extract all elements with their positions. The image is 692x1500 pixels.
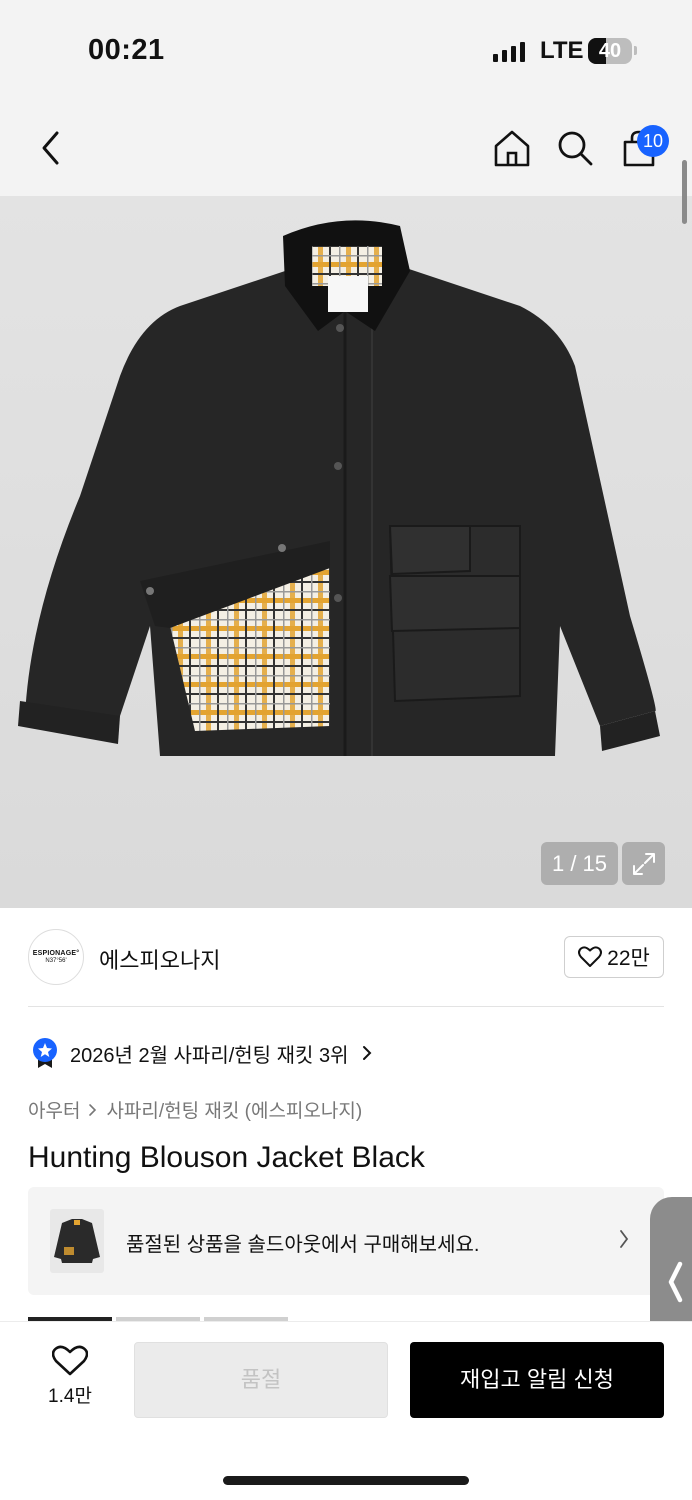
ranking-text: 2026년 2월 사파리/헌팅 재킷 3위 bbox=[70, 1044, 349, 1067]
brand-like-button[interactable]: 22만 bbox=[564, 936, 664, 978]
chevron-right-icon bbox=[89, 1103, 97, 1116]
scroll-indicator[interactable] bbox=[682, 160, 687, 224]
back-button[interactable] bbox=[28, 126, 72, 170]
brand-logo-subtext: N37°56' bbox=[45, 958, 67, 964]
soldout-banner-text: 품절된 상품을 솔드아웃에서 구매해보세요. bbox=[126, 1234, 480, 1256]
product-image[interactable] bbox=[0, 196, 692, 908]
soldout-thumbnail bbox=[50, 1209, 104, 1273]
search-icon bbox=[558, 131, 593, 166]
cart-count-badge: 10 bbox=[637, 125, 669, 157]
nav-bar bbox=[0, 100, 692, 196]
chevron-right-icon bbox=[618, 1228, 630, 1255]
home-indicator[interactable] bbox=[223, 1476, 469, 1485]
chevron-right-icon bbox=[362, 1046, 371, 1060]
signal-icon bbox=[493, 42, 525, 62]
battery-level: 40 bbox=[598, 40, 622, 62]
wishlist-button[interactable]: 1.4만 bbox=[28, 1345, 112, 1417]
ranking-link[interactable]: 2026년 2월 사파리/헌팅 재킷 3위 bbox=[32, 1038, 373, 1068]
product-title: Hunting Blouson Jacket Black bbox=[28, 1141, 425, 1174]
soldout-banner[interactable]: 품절된 상품을 솔드아웃에서 구매해보세요. bbox=[28, 1187, 664, 1295]
brand-logo-text: ESPIONAGE° bbox=[32, 950, 80, 957]
search-button[interactable] bbox=[553, 126, 597, 170]
status-time: 00:21 bbox=[88, 34, 165, 66]
home-button[interactable] bbox=[490, 126, 534, 170]
jacket-image bbox=[18, 220, 660, 756]
divider bbox=[28, 1006, 664, 1007]
image-counter: 1 / 15 bbox=[541, 842, 618, 885]
breadcrumb-category[interactable]: 아우터 bbox=[28, 1096, 80, 1123]
breadcrumb-subcategory[interactable]: 사파리/헌팅 재킷 (에스피오나지) bbox=[106, 1096, 362, 1123]
brand-like-count: 22만 bbox=[607, 947, 650, 970]
chevron-left-icon bbox=[668, 1261, 683, 1303]
brand-logo[interactable]: ESPIONAGE° N37°56' bbox=[28, 929, 84, 985]
brand-name[interactable]: 에스피오나지 bbox=[99, 943, 220, 975]
network-label: LTE bbox=[540, 37, 584, 64]
wishlist-count: 1.4만 bbox=[48, 1386, 92, 1407]
expand-icon bbox=[632, 852, 655, 875]
badge-star-icon bbox=[33, 1038, 57, 1068]
restock-alert-button[interactable]: 재입고 알림 신청 bbox=[410, 1342, 664, 1418]
status-bar: 00:21 LTE 40 bbox=[0, 0, 692, 100]
breadcrumb: 아우터 사파리/헌팅 재킷 (에스피오나지) bbox=[28, 1096, 362, 1123]
soldout-button: 품절 bbox=[134, 1342, 388, 1418]
chevron-left-icon bbox=[42, 131, 59, 165]
heart-icon bbox=[52, 1345, 88, 1376]
battery-cap bbox=[634, 46, 637, 55]
battery-icon: 40 bbox=[588, 38, 632, 64]
home-icon bbox=[494, 130, 530, 167]
expand-button[interactable] bbox=[622, 842, 665, 885]
heart-icon bbox=[578, 946, 603, 967]
